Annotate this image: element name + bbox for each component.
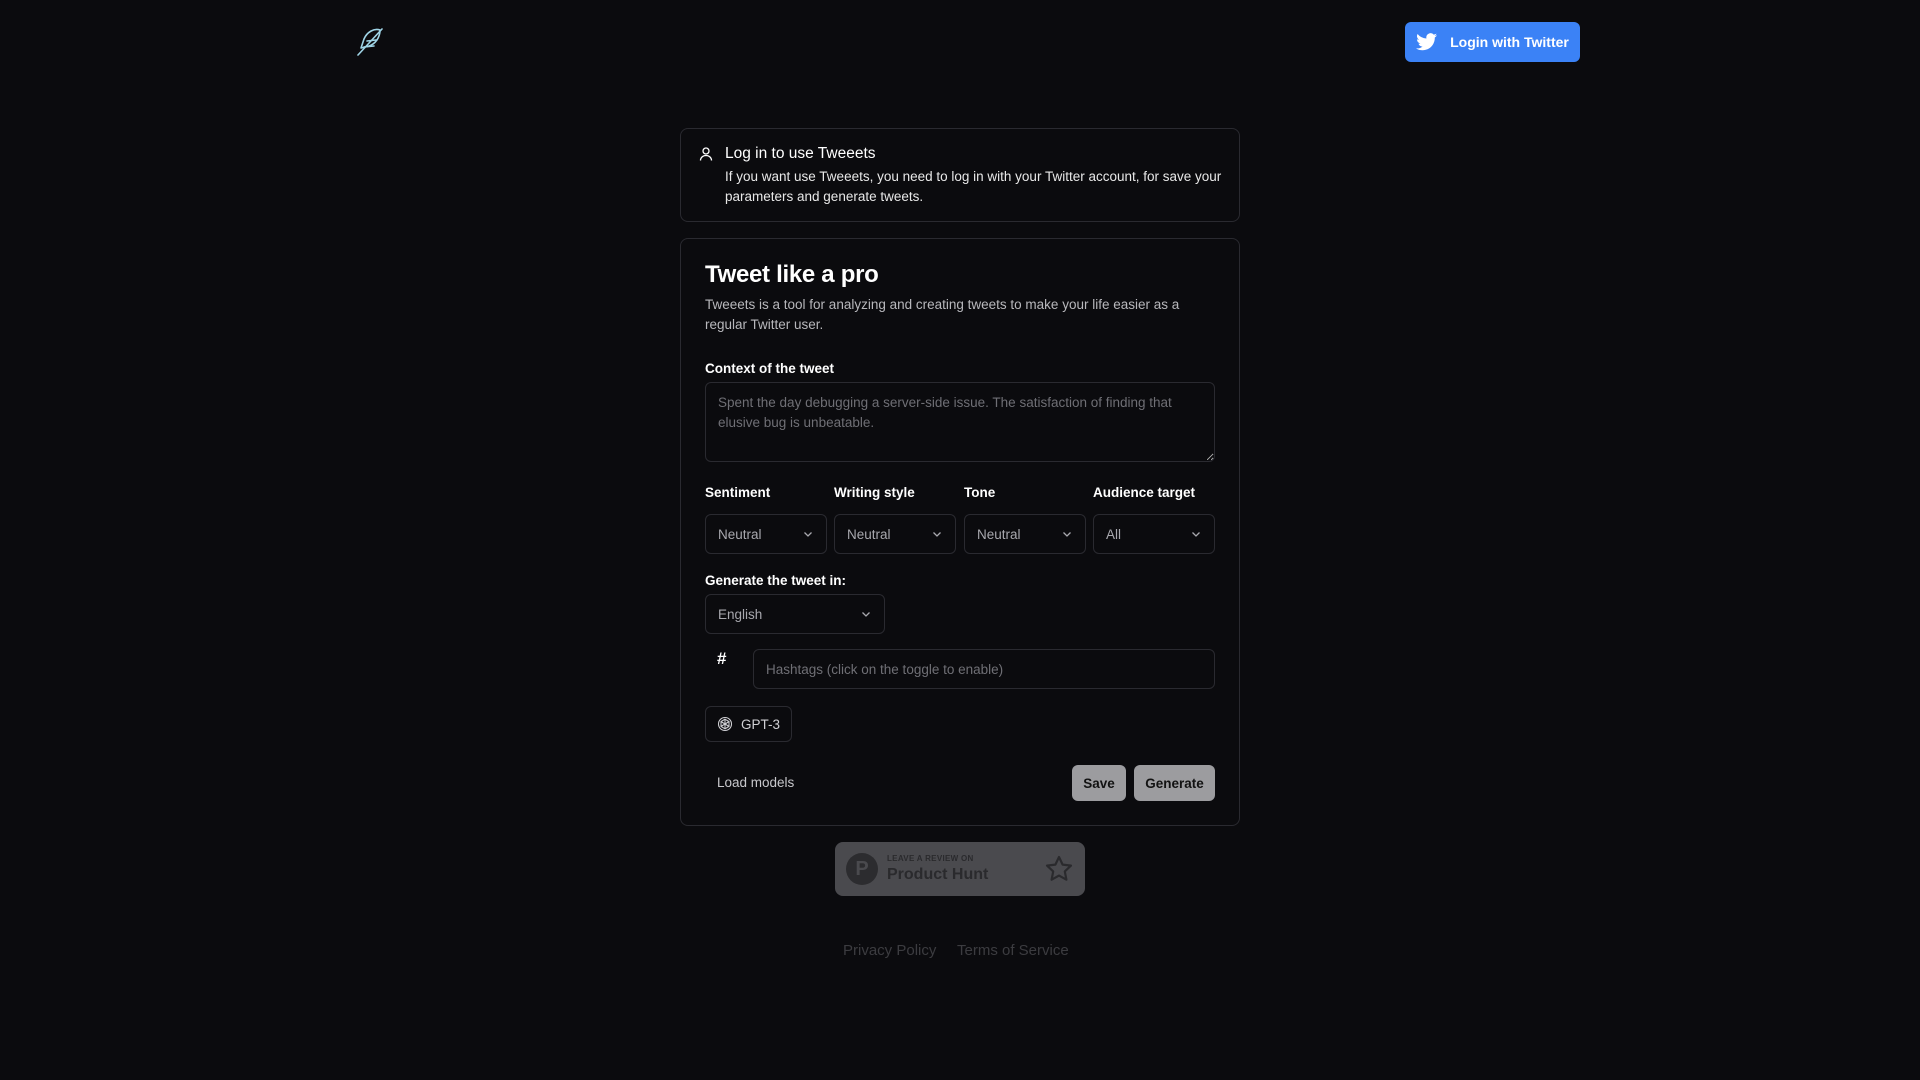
login-alert: Log in to use Tweeets If you want use Tw… bbox=[680, 128, 1240, 222]
tweet-generator-card: Tweet like a pro Tweeets is a tool for a… bbox=[680, 238, 1240, 826]
tone-value: Neutral bbox=[977, 526, 1021, 542]
alert-body: If you want use Tweeets, you need to log… bbox=[725, 169, 1222, 204]
product-hunt-title: Product Hunt bbox=[887, 866, 989, 883]
language-value: English bbox=[718, 606, 763, 622]
card-description: Tweeets is a tool for analyzing and crea… bbox=[705, 297, 1180, 332]
twitter-icon bbox=[1416, 33, 1438, 51]
chevron-down-icon bbox=[1063, 532, 1071, 537]
hashtag-toggle-icon[interactable]: # bbox=[717, 649, 731, 668]
card-title: Tweet like a pro bbox=[705, 261, 879, 288]
writing-style-select[interactable]: Neutral bbox=[834, 514, 956, 554]
chevron-down-icon bbox=[804, 532, 812, 537]
language-select[interactable]: English bbox=[705, 594, 885, 634]
audience-target-value: All bbox=[1106, 526, 1122, 542]
writing-style-value: Neutral bbox=[847, 526, 891, 542]
context-label: Context of the tweet bbox=[705, 361, 835, 376]
audience-target-label: Audience target bbox=[1093, 485, 1196, 500]
openai-icon bbox=[717, 716, 733, 732]
load-models-button[interactable]: Load models bbox=[717, 775, 794, 790]
chevron-down-icon bbox=[1192, 532, 1200, 537]
sentiment-label: Sentiment bbox=[705, 485, 771, 500]
context-textarea[interactable] bbox=[705, 382, 1215, 462]
model-label: GPT-3 bbox=[740, 716, 780, 732]
alert-title: Log in to use Tweeets bbox=[725, 145, 876, 162]
hashtags-input[interactable] bbox=[753, 649, 1215, 689]
login-button-label: Login with Twitter bbox=[1450, 34, 1569, 50]
sentiment-value: Neutral bbox=[718, 526, 762, 542]
privacy-policy-link[interactable]: Privacy Policy bbox=[843, 942, 936, 959]
tone-label: Tone bbox=[964, 485, 996, 500]
language-label: Generate the tweet in: bbox=[705, 573, 847, 588]
product-hunt-badge[interactable]: P LEAVE A REVIEW ON Product Hunt bbox=[835, 842, 1085, 896]
chevron-down-icon bbox=[862, 612, 870, 617]
user-icon bbox=[699, 147, 713, 161]
generate-button[interactable]: Generate bbox=[1134, 765, 1215, 801]
product-hunt-logo-icon: P bbox=[846, 853, 878, 885]
login-with-twitter-button[interactable]: Login with Twitter bbox=[1405, 22, 1580, 62]
tone-select[interactable]: Neutral bbox=[964, 514, 1086, 554]
terms-of-service-link[interactable]: Terms of Service bbox=[957, 942, 1069, 959]
audience-target-select[interactable]: All bbox=[1093, 514, 1215, 554]
writing-style-label: Writing style bbox=[834, 485, 915, 500]
save-button[interactable]: Save bbox=[1072, 765, 1126, 801]
product-hunt-small-text: LEAVE A REVIEW ON bbox=[887, 854, 974, 863]
feather-logo-icon[interactable] bbox=[352, 24, 388, 60]
sentiment-select[interactable]: Neutral bbox=[705, 514, 827, 554]
star-icon bbox=[1045, 855, 1073, 881]
model-gpt3-chip[interactable]: GPT-3 bbox=[705, 706, 792, 742]
chevron-down-icon bbox=[933, 532, 941, 537]
